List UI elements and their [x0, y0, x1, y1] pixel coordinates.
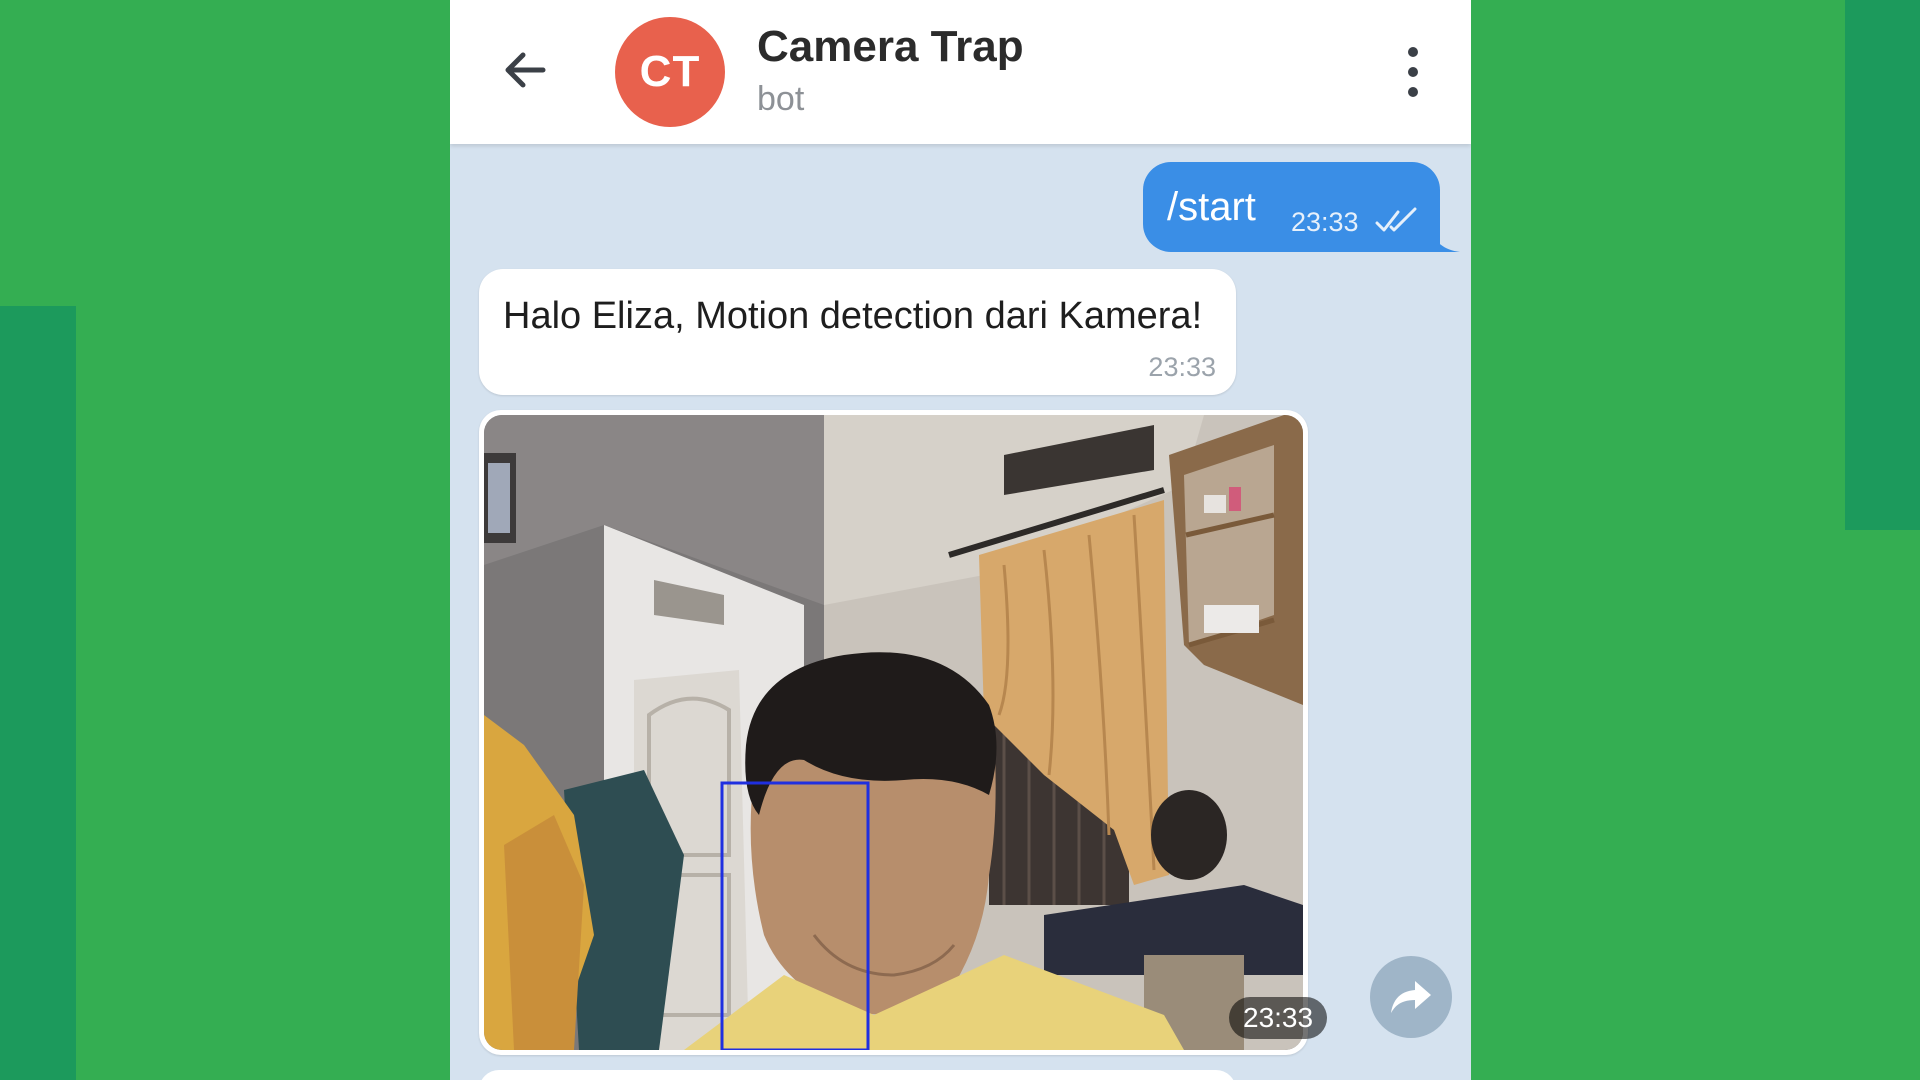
share-icon	[1391, 981, 1431, 1013]
back-button[interactable]	[495, 40, 555, 100]
more-vertical-icon	[1408, 47, 1418, 97]
avatar-initials: CT	[639, 47, 701, 96]
chat-header: CT Camera Trap bot	[450, 0, 1471, 144]
bubble-tail	[1430, 228, 1460, 252]
chat-title[interactable]: Camera Trap	[757, 22, 1024, 72]
decorative-panel-right	[1845, 0, 1920, 530]
telegram-chat-window: CT Camera Trap bot /start 23:33 Halo Eli…	[450, 0, 1471, 1080]
share-button[interactable]	[1370, 956, 1452, 1038]
camera-snapshot-image[interactable]	[484, 415, 1303, 1050]
message-text: /start	[1167, 185, 1256, 229]
photo-timestamp: 23:33	[1229, 997, 1328, 1039]
message-text: Halo Eliza, Motion detection dari Kamera…	[503, 295, 1203, 337]
message-time: 23:33	[1148, 352, 1216, 382]
next-message-bubble-partial	[479, 1070, 1236, 1080]
outgoing-message-bubble[interactable]: /start 23:33	[1143, 162, 1440, 252]
incoming-message-bubble[interactable]: Halo Eliza, Motion detection dari Kamera…	[479, 269, 1236, 395]
avatar[interactable]: CT	[615, 17, 725, 127]
desktop-background: CT Camera Trap bot /start 23:33 Halo Eli…	[0, 0, 1920, 1080]
message-time: 23:33	[1291, 207, 1359, 237]
double-check-icon	[1375, 207, 1417, 232]
arrow-left-icon	[505, 52, 546, 88]
decorative-panel-left	[0, 306, 76, 1080]
photo-message[interactable]: 23:33	[479, 410, 1328, 1055]
more-options-button[interactable]	[1398, 40, 1428, 104]
chat-subtitle: bot	[757, 80, 805, 118]
